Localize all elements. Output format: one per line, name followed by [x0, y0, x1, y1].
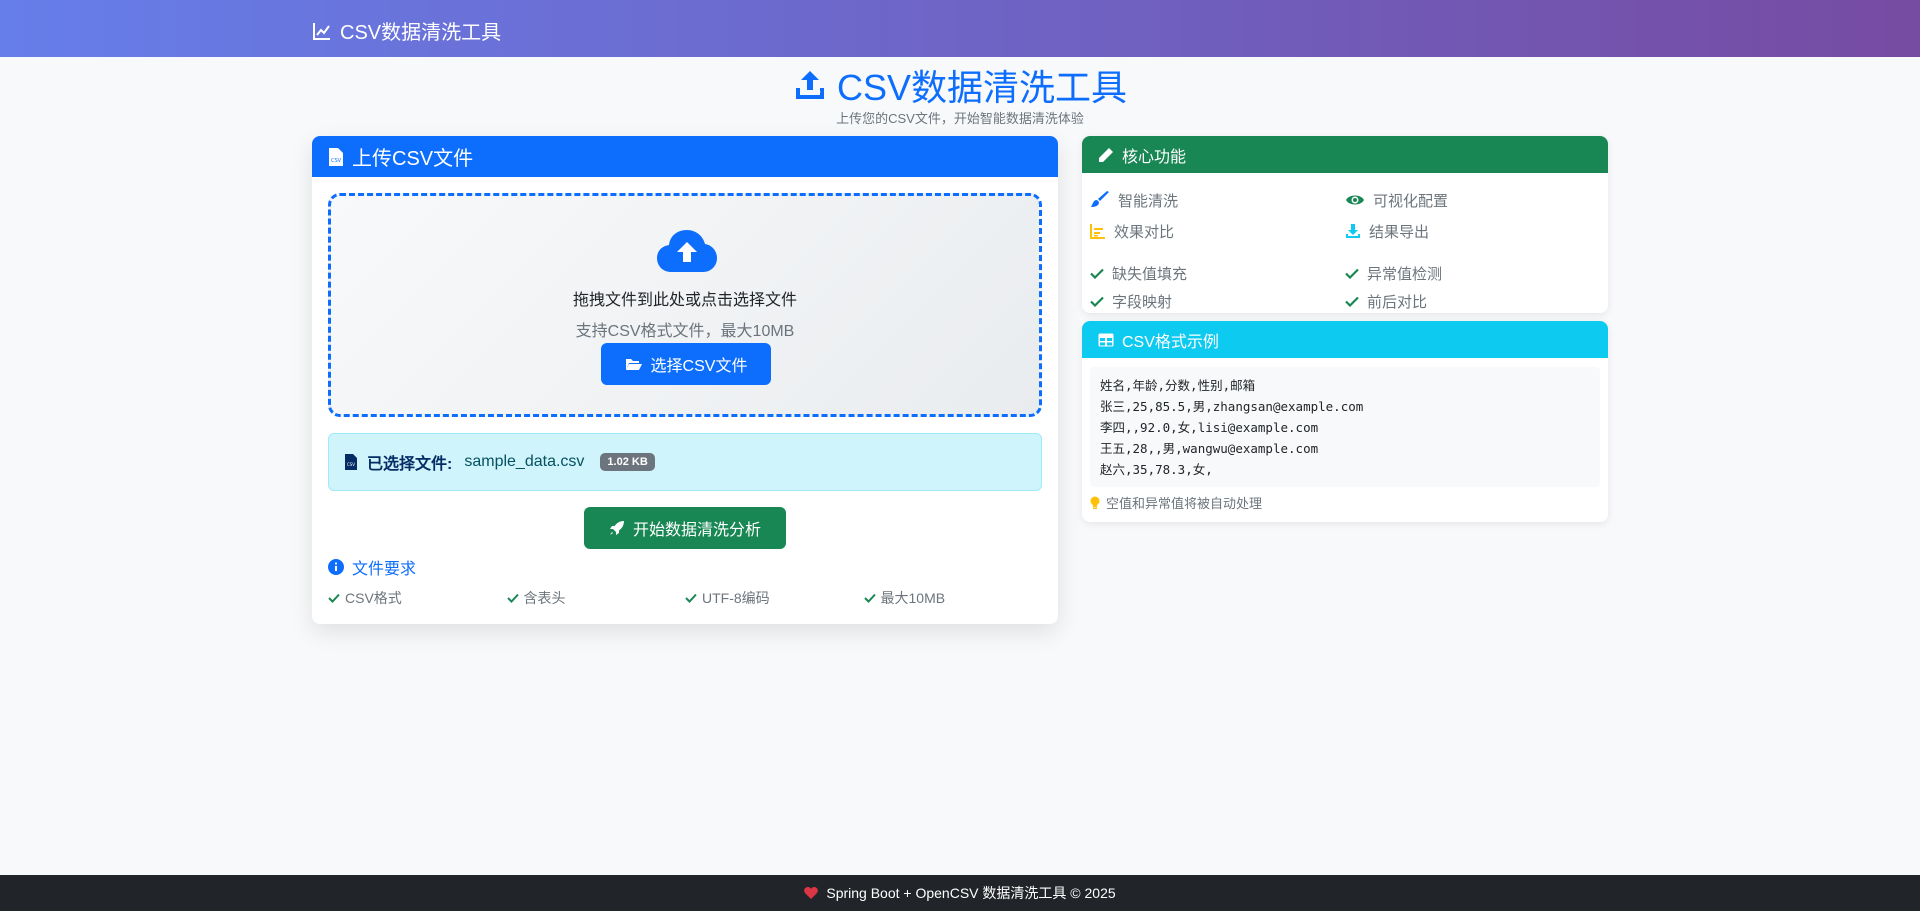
footer-text: Spring Boot + OpenCSV 数据清洗工具 © 2025 [826, 885, 1116, 901]
features-card-header: 核心功能 [1082, 136, 1608, 173]
csv-line: 李四,,92.0,女,lisi@example.com [1100, 420, 1319, 435]
features-row: 效果对比 结果导出 [1090, 215, 1600, 247]
navbar-brand[interactable]: CSV数据清洗工具 [312, 16, 501, 45]
features-card: 核心功能 智能清洗 可视化配置 效果对比 结果导出 缺失值填充 异常值检测 字段… [1082, 136, 1608, 313]
check-icon [863, 593, 876, 603]
dropzone-main-text: 拖拽文件到此处或点击选择文件 [572, 292, 797, 309]
requirement-label: 含表头 [523, 590, 566, 606]
feature-item: 结果导出 [1345, 221, 1600, 242]
check-icon [506, 593, 519, 603]
csv-line: 赵六,35,78.3,女, [1100, 462, 1213, 477]
upload-card: CSV 上传CSV文件 拖拽文件到此处或点击选择文件 支持CSV格式文件，最大1… [312, 136, 1058, 624]
page-title: CSV数据清洗工具 [793, 62, 1127, 108]
selected-file-label: 已选择文件: [367, 456, 453, 473]
check-icon [1090, 296, 1104, 307]
check-label: 缺失值填充 [1112, 265, 1188, 283]
feature-label: 可视化配置 [1373, 192, 1449, 210]
requirement-label: UTF-8编码 [702, 590, 770, 606]
hero: CSV数据清洗工具 上传您的CSV文件，开始智能数据清洗体验 [0, 62, 1920, 127]
brush-icon [1090, 191, 1110, 209]
sample-tip-text: 空值和异常值将被自动处理 [1106, 496, 1263, 511]
page-title-text: CSV数据清洗工具 [836, 67, 1128, 108]
requirement-item: 含表头 [506, 588, 686, 608]
checks-row: 缺失值填充 异常值检测 [1090, 259, 1600, 287]
file-size-badge: 1.02 KB [600, 453, 655, 471]
csv-line: 姓名,年龄,分数,性别,邮箱 [1100, 378, 1256, 393]
csv-line: 王五,28,,男,wangwu@example.com [1100, 441, 1319, 456]
feature-item: 效果对比 [1090, 221, 1345, 242]
csv-sample-card-title: CSV格式示例 [1122, 333, 1219, 351]
check-icon [1090, 268, 1104, 279]
start-cleaning-button[interactable]: 开始数据清洗分析 [584, 507, 786, 549]
brand-label: CSV数据清洗工具 [340, 22, 502, 44]
bar-chart-icon [1090, 223, 1106, 239]
check-item: 异常值检测 [1345, 263, 1600, 284]
lightbulb-icon [1090, 496, 1100, 510]
line-chart-icon [312, 21, 332, 41]
csv-line: 张三,25,85.5,男,zhangsan@example.com [1100, 399, 1364, 414]
csv-file-icon: CSV [345, 454, 357, 470]
start-cleaning-label: 开始数据清洗分析 [632, 522, 761, 539]
feature-label: 智能清洗 [1118, 192, 1179, 210]
check-icon [328, 593, 340, 603]
requirement-label: 最大10MB [880, 590, 946, 606]
check-icon [1345, 268, 1359, 279]
feature-item: 智能清洗 [1090, 190, 1345, 211]
csv-file-icon: CSV [328, 147, 344, 167]
folder-open-icon [625, 357, 643, 371]
check-item: 缺失值填充 [1090, 263, 1345, 284]
requirement-item: UTF-8编码 [685, 588, 864, 608]
requirement-label: CSV格式 [345, 590, 402, 606]
page-subtitle: 上传您的CSV文件，开始智能数据清洗体验 [836, 111, 1084, 126]
selected-file-alert: CSV 已选择文件: sample_data.csv 1.02 KB [328, 433, 1042, 491]
requirement-item: CSV格式 [328, 588, 507, 608]
check-label: 异常值检测 [1367, 265, 1443, 283]
selected-file-name: sample_data.csv [464, 453, 585, 470]
check-item: 字段映射 [1090, 291, 1345, 312]
feature-label: 效果对比 [1114, 223, 1175, 241]
svg-text:CSV: CSV [331, 158, 342, 164]
features-grid: 智能清洗 可视化配置 效果对比 结果导出 缺失值填充 异常值检测 字段映射 前后… [1090, 184, 1600, 313]
choose-csv-label: 选择CSV文件 [650, 358, 748, 375]
feature-item: 可视化配置 [1345, 190, 1600, 211]
requirement-item: 最大10MB [863, 588, 1043, 608]
download-icon [1345, 223, 1361, 239]
dropzone[interactable]: 拖拽文件到此处或点击选择文件 支持CSV格式文件，最大10MB 选择CSV文件 [328, 193, 1042, 417]
upload-icon [793, 68, 827, 102]
features-row: 智能清洗 可视化配置 [1090, 184, 1600, 216]
upload-card-header: CSV 上传CSV文件 [312, 136, 1058, 177]
cloud-upload-icon [657, 228, 717, 274]
requirements-title: 文件要求 [328, 555, 416, 579]
choose-csv-button[interactable]: 选择CSV文件 [601, 343, 771, 385]
feature-label: 结果导出 [1369, 223, 1430, 241]
check-icon [1345, 296, 1359, 307]
upload-card-title: 上传CSV文件 [352, 148, 474, 170]
requirements-list: CSV格式 含表头 UTF-8编码 最大10MB [328, 588, 1042, 608]
svg-text:CSV: CSV [347, 462, 355, 467]
check-item: 前后对比 [1345, 291, 1600, 312]
checks-row: 字段映射 前后对比 [1090, 287, 1600, 313]
check-label: 前后对比 [1367, 293, 1428, 311]
heart-icon [804, 887, 819, 899]
requirements-title-text: 文件要求 [352, 561, 417, 578]
csv-sample-card-header: CSV格式示例 [1082, 321, 1608, 358]
check-label: 字段映射 [1112, 293, 1173, 311]
info-icon [328, 559, 344, 575]
sample-tip: 空值和异常值将被自动处理 [1090, 493, 1262, 512]
csv-sample-card: CSV格式示例 姓名,年龄,分数,性别,邮箱张三,25,85.5,男,zhang… [1082, 321, 1608, 522]
check-icon [685, 593, 697, 603]
eye-icon [1345, 193, 1365, 207]
rocket-icon [609, 520, 625, 536]
pencil-icon [1098, 147, 1114, 163]
footer: Spring Boot + OpenCSV 数据清洗工具 © 2025 [0, 875, 1920, 911]
navbar: CSV数据清洗工具 [0, 0, 1920, 57]
features-card-title: 核心功能 [1122, 148, 1187, 166]
table-icon [1098, 333, 1114, 347]
dropzone-sub-text: 支持CSV格式文件，最大10MB [575, 323, 795, 340]
csv-sample-code: 姓名,年龄,分数,性别,邮箱张三,25,85.5,男,zhangsan@exam… [1090, 367, 1600, 487]
